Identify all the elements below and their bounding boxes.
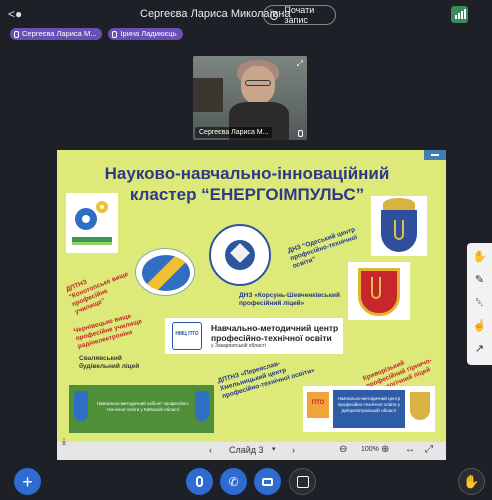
mic-icon: [298, 130, 303, 137]
speaker-name: Ірина Ладиюєць: [120, 29, 177, 38]
mic-button[interactable]: [186, 468, 213, 495]
record-label: Почати запис: [284, 5, 315, 25]
annotation-toolbar: ✋ ✎ ␡ ☝ ↗: [467, 243, 492, 365]
kyiv-banner: Навчально-методичний кабінет професійно-…: [69, 385, 214, 433]
phone-button[interactable]: ✆: [220, 468, 247, 495]
note-pereyaslav: ДПТНЗ «Переяслав- Хмельницький центр про…: [217, 360, 316, 401]
phone-icon: ✆: [228, 474, 239, 489]
fit-width-icon[interactable]: ↔: [405, 444, 415, 455]
mic-icon: [14, 30, 19, 38]
gear-book-logo: [66, 193, 118, 253]
prev-slide-icon[interactable]: ‹: [209, 445, 212, 455]
nmc-badge: НМЦ ПТО: [172, 322, 202, 350]
record-button[interactable]: Почати запис: [263, 5, 336, 25]
share-screen-icon: [296, 475, 309, 488]
top-bar: <● Сергеєва Лариса Миколаївна Почати зап…: [0, 0, 492, 30]
nmc-logo: НМЦ ПТО Навчально-методичний центр профе…: [165, 318, 343, 354]
share-screen-button[interactable]: [289, 468, 316, 495]
odesa-coat-of-arms: [371, 196, 427, 256]
speaker-chip: Сергеєва Лариса М...: [10, 28, 103, 40]
zoom-level: 100%: [361, 446, 379, 453]
participant-name: Сергеєва Лариса М...: [195, 127, 273, 138]
add-icon: +: [22, 471, 33, 492]
speaker-name: Сергеєва Лариса М...: [22, 29, 97, 38]
note-konotop: ДПТНЗ “Конотопське вище професійне учили…: [65, 270, 130, 316]
note-svalyava: Свалявський будівельний ліцей: [79, 355, 140, 370]
expand-icon[interactable]: ⤢: [297, 59, 303, 69]
shared-slide: Науково-навчально-інноваційний кластер “…: [57, 150, 446, 442]
participant-video[interactable]: ⤢ Сергеєва Лариса М...: [193, 56, 307, 140]
camera-icon: [262, 477, 273, 486]
hand-icon[interactable]: ✋: [471, 249, 488, 266]
record-icon: [270, 10, 279, 20]
mic-icon: [196, 476, 203, 487]
active-speakers: Сергеєва Лариса М... Ірина Ладиюєць: [10, 28, 183, 40]
download-icon[interactable]: ⤓: [62, 436, 66, 447]
zoom-in-icon[interactable]: ⊕: [381, 444, 389, 455]
fullscreen-icon[interactable]: ⤢: [425, 444, 433, 455]
signal-bars-icon[interactable]: [451, 6, 468, 23]
trash-icon[interactable]: ␡: [471, 295, 488, 312]
chevron-down-icon[interactable]: ▾: [272, 445, 276, 453]
chart-icon[interactable]: ↗: [471, 341, 488, 358]
zoom-out-icon[interactable]: ⊖: [339, 444, 347, 455]
minimize-icon[interactable]: [424, 150, 446, 160]
pointer-icon[interactable]: ☝: [471, 318, 488, 335]
dnipro-banner: ПТО Навчально-методичний центр професійн…: [303, 386, 435, 432]
raise-hand-button[interactable]: ✋: [458, 468, 485, 495]
slide-number[interactable]: Слайд 3: [229, 445, 264, 455]
camera-button[interactable]: [254, 468, 281, 495]
back-person-icon[interactable]: <●: [8, 7, 24, 23]
arc-logo: [135, 248, 195, 296]
call-controls: + ✆ ✋: [0, 466, 492, 500]
slide-title: Науково-навчально-інноваційний кластер “…: [104, 164, 390, 204]
add-button[interactable]: +: [14, 468, 41, 495]
mic-icon: [112, 30, 118, 38]
raise-hand-icon: ✋: [463, 473, 480, 489]
note-chernivtsi: Чернівецьке вище професійне училище раді…: [73, 312, 143, 351]
coat-of-arms: [348, 262, 410, 320]
pen-icon[interactable]: ✎: [471, 272, 488, 289]
speaker-chip: Ірина Ладиюєць: [108, 28, 183, 40]
next-slide-icon[interactable]: ›: [292, 445, 295, 455]
korsun-emblem: [209, 224, 271, 286]
note-korsun: ДНЗ «Корсунь-Шевченківський професійний …: [239, 292, 341, 307]
presentation-bar: ⤓ ‹ Слайд 3 ▾ › ⊖ 100% ⊕ ↔ ⤢: [57, 436, 446, 460]
